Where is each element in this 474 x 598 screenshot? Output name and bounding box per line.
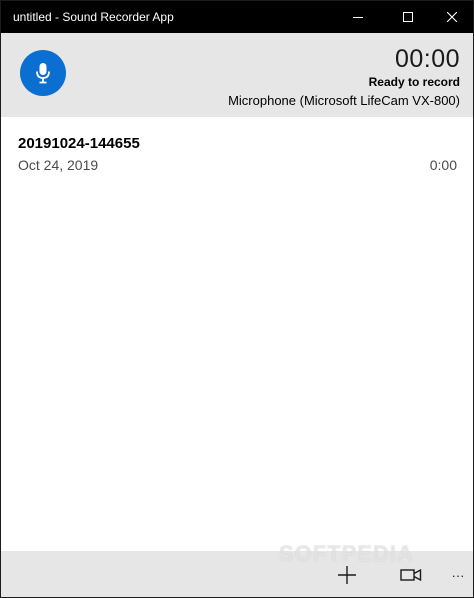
recorder-header: 00:00 Ready to record Microphone (Micros…	[1, 33, 473, 117]
input-device: Microphone (Microsoft LifeCam VX-800)	[228, 93, 460, 108]
minimize-icon	[353, 17, 363, 18]
video-button[interactable]	[395, 559, 427, 591]
recording-date: Oct 24, 2019	[18, 157, 99, 173]
video-camera-icon	[400, 568, 422, 582]
microphone-icon	[36, 63, 50, 84]
recording-timer: 00:00	[394, 45, 460, 73]
recording-duration: 0:00	[429, 157, 457, 173]
close-icon	[447, 12, 457, 22]
maximize-button[interactable]	[385, 1, 431, 33]
maximize-icon	[403, 12, 413, 22]
recordings-list: 20191024-144655 Oct 24, 2019 0:00	[1, 117, 473, 551]
minimize-button[interactable]	[335, 1, 381, 33]
add-button[interactable]	[331, 559, 363, 591]
close-button[interactable]	[429, 1, 474, 33]
more-button[interactable]: ···	[442, 559, 474, 591]
app-window: untitled - Sound Recorder App 00:00 Read…	[0, 0, 474, 598]
plus-icon	[338, 566, 356, 584]
window-title: untitled - Sound Recorder App	[13, 10, 174, 24]
recording-name: 20191024-144655	[18, 135, 140, 152]
recorder-status: Ready to record	[368, 75, 460, 89]
title-bar[interactable]: untitled - Sound Recorder App	[1, 1, 473, 33]
more-icon: ···	[451, 567, 465, 583]
command-bar: ···	[1, 551, 473, 597]
list-item[interactable]: 20191024-144655 Oct 24, 2019 0:00	[1, 131, 473, 181]
record-button[interactable]	[20, 50, 66, 96]
